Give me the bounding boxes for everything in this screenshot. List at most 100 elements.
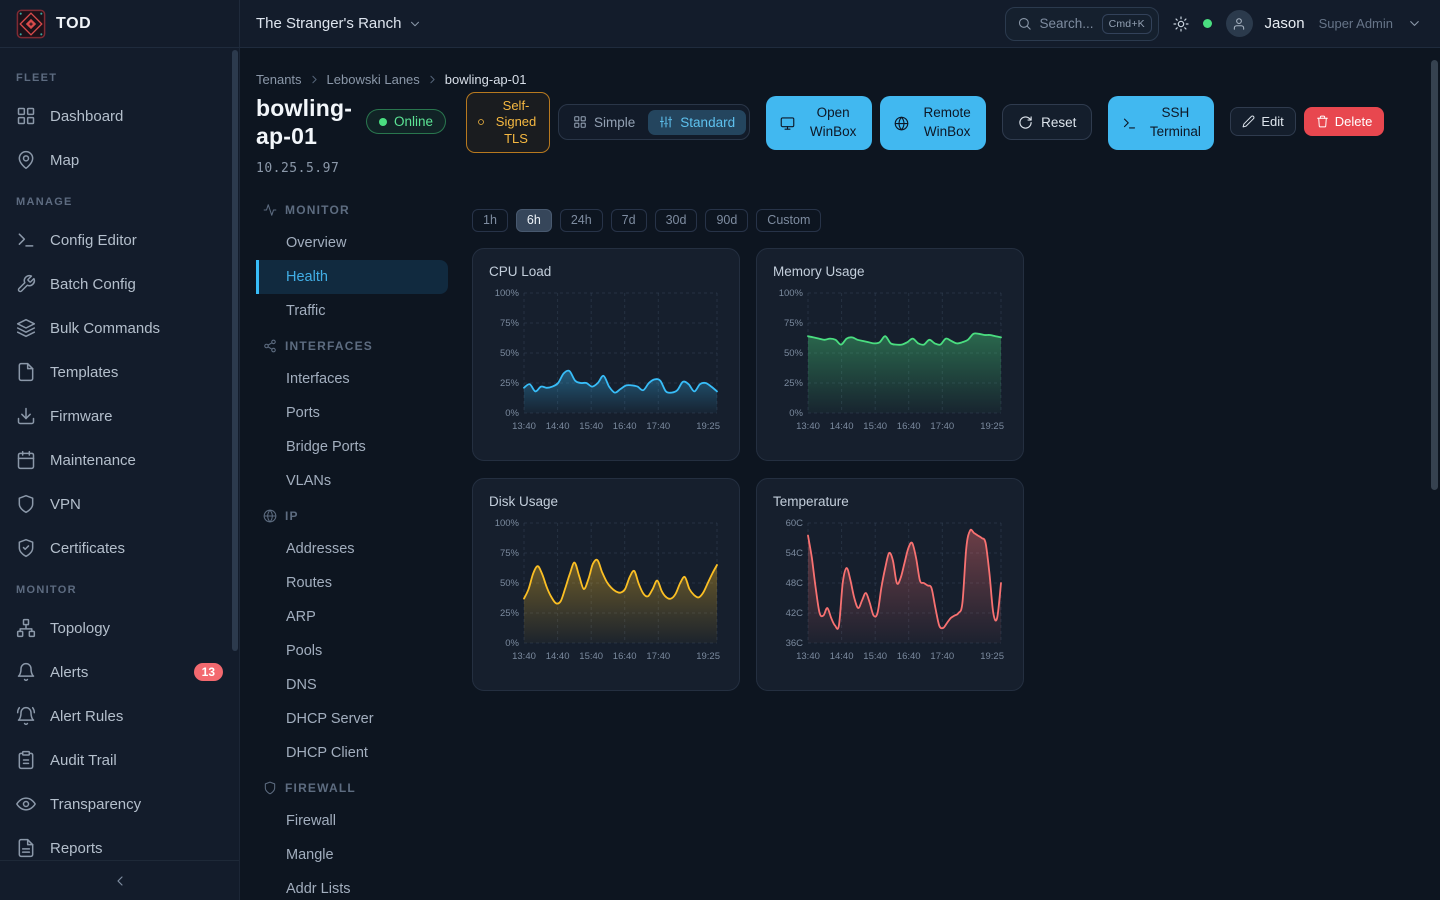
sidebar-item-bulk-commands[interactable]: Bulk Commands <box>0 306 239 350</box>
sidebar-item-alert-rules[interactable]: Alert Rules <box>0 694 239 738</box>
subnav-item-traffic[interactable]: Traffic <box>256 294 448 328</box>
svg-text:19:25: 19:25 <box>980 651 1004 662</box>
range-24h-button[interactable]: 24h <box>560 209 603 232</box>
device-ip: 10.25.5.97 <box>256 161 356 176</box>
device-title-block: bowling-ap-01 10.25.5.97 <box>256 94 356 176</box>
subnav-item-ports[interactable]: Ports <box>256 396 448 430</box>
reset-label: Reset <box>1041 115 1076 130</box>
device-status-label: Online <box>394 114 433 129</box>
subnav-item-firewall[interactable]: Firewall <box>256 804 448 838</box>
svg-text:25%: 25% <box>500 608 520 619</box>
chevron-right-icon <box>308 73 321 86</box>
topbar: TOD The Stranger's Ranch Search... Cmd+K… <box>0 0 1440 48</box>
mode-standard-button[interactable]: Standard <box>648 110 746 135</box>
share-icon <box>263 339 277 353</box>
svg-text:100%: 100% <box>495 288 520 299</box>
subnav-item-health[interactable]: Health <box>256 260 448 294</box>
sidebar-nav: FLEETDashboardMapMANAGEConfig EditorBatc… <box>0 62 239 870</box>
wrench-icon <box>16 274 36 294</box>
range-1h-button[interactable]: 1h <box>472 209 508 232</box>
svg-text:16:40: 16:40 <box>897 421 921 432</box>
subnav-item-dns[interactable]: DNS <box>256 668 448 702</box>
svg-text:14:40: 14:40 <box>830 651 854 662</box>
subnav-item-pools[interactable]: Pools <box>256 634 448 668</box>
sidebar-item-label: Maintenance <box>50 452 136 469</box>
shield-icon <box>16 494 36 514</box>
reset-button[interactable]: Reset <box>1002 104 1092 140</box>
subnav-item-routes[interactable]: Routes <box>256 566 448 600</box>
remote-winbox-button[interactable]: Remote WinBox <box>880 96 986 150</box>
range-6h-button[interactable]: 6h <box>516 209 552 232</box>
svg-text:17:40: 17:40 <box>646 421 670 432</box>
sidebar-item-maintenance[interactable]: Maintenance <box>0 438 239 482</box>
subnav-item-addresses[interactable]: Addresses <box>256 532 448 566</box>
search-shortcut-badge: Cmd+K <box>1102 14 1152 34</box>
tls-warning-badge[interactable]: Self-Signed TLS <box>466 92 550 153</box>
main-scrollbar[interactable] <box>1431 60 1438 490</box>
sidebar-item-topology[interactable]: Topology <box>0 606 239 650</box>
sidebar-item-label: VPN <box>50 496 81 513</box>
subnav-item-mangle[interactable]: Mangle <box>256 838 448 872</box>
breadcrumb-tenants[interactable]: Tenants <box>256 72 302 87</box>
search-placeholder: Search... <box>1040 16 1094 31</box>
subnav-item-overview[interactable]: Overview <box>256 226 448 260</box>
device-name: bowling-ap-01 <box>256 94 356 151</box>
subnav-group-label: FIREWALL <box>285 781 356 795</box>
chart-card-temperature: Temperature36C42C48C54C60C13:4014:4015:4… <box>756 478 1024 691</box>
svg-text:75%: 75% <box>500 548 520 559</box>
globe-icon <box>894 116 909 131</box>
subnav-group-monitor: MONITOR <box>256 194 448 226</box>
subnav-item-addr-lists[interactable]: Addr Lists <box>256 872 448 900</box>
sidebar-item-certificates[interactable]: Certificates <box>0 526 239 570</box>
chart-card-cpu-load: CPU Load0%25%50%75%100%13:4014:4015:4016… <box>472 248 740 461</box>
sidebar-item-audit-trail[interactable]: Audit Trail <box>0 738 239 782</box>
svg-text:14:40: 14:40 <box>546 651 570 662</box>
sidebar-item-transparency[interactable]: Transparency <box>0 782 239 826</box>
delete-button[interactable]: Delete <box>1304 107 1385 136</box>
activity-icon <box>263 203 277 217</box>
search-input[interactable]: Search... Cmd+K <box>1005 7 1159 41</box>
ssh-terminal-button[interactable]: SSH Terminal <box>1108 96 1214 150</box>
chart-title: Temperature <box>773 494 1008 509</box>
subnav-group-firewall: FIREWALL <box>256 772 448 804</box>
download-icon <box>16 406 36 426</box>
chart-card-memory-usage: Memory Usage0%25%50%75%100%13:4014:4015:… <box>756 248 1024 461</box>
sidebar-item-templates[interactable]: Templates <box>0 350 239 394</box>
subnav-item-arp[interactable]: ARP <box>256 600 448 634</box>
main-content: Tenants Lebowski Lanes bowling-ap-01 bow… <box>240 48 1440 900</box>
subnav-item-interfaces[interactable]: Interfaces <box>256 362 448 396</box>
sidebar-item-config-editor[interactable]: Config Editor <box>0 218 239 262</box>
svg-text:15:40: 15:40 <box>863 651 887 662</box>
app-logo[interactable]: TOD <box>16 9 91 39</box>
range-90d-button[interactable]: 90d <box>705 209 748 232</box>
sidebar-item-batch-config[interactable]: Batch Config <box>0 262 239 306</box>
theme-toggle-sun-icon[interactable] <box>1173 16 1189 32</box>
svg-text:48C: 48C <box>786 578 804 589</box>
sidebar-item-dashboard[interactable]: Dashboard <box>0 94 239 138</box>
health-panel: 1h 6h 24h 7d 30d 90d Custom CPU Load0%25%50%75… <box>472 192 1424 900</box>
breadcrumb-tenant[interactable]: Lebowski Lanes <box>327 72 420 87</box>
subnav-item-dhcp-client[interactable]: DHCP Client <box>256 736 448 770</box>
range-custom-button[interactable]: Custom <box>756 209 821 232</box>
sidebar-item-vpn[interactable]: VPN <box>0 482 239 526</box>
edit-button[interactable]: Edit <box>1230 107 1295 136</box>
sidebar-item-firmware[interactable]: Firmware <box>0 394 239 438</box>
avatar[interactable] <box>1226 10 1253 37</box>
svg-text:60C: 60C <box>786 518 804 529</box>
tenant-selector[interactable]: The Stranger's Ranch <box>256 15 422 32</box>
memory-usage-chart: 0%25%50%75%100%13:4014:4015:4016:4017:40… <box>772 284 1008 442</box>
subnav-item-bridge-ports[interactable]: Bridge Ports <box>256 430 448 464</box>
open-winbox-button[interactable]: Open WinBox <box>766 96 872 150</box>
subnav-group-ip: IP <box>256 500 448 532</box>
subnav-item-dhcp-server[interactable]: DHCP Server <box>256 702 448 736</box>
sidebar-scrollbar[interactable] <box>232 50 238 651</box>
mode-simple-button[interactable]: Simple <box>562 110 646 135</box>
range-30d-button[interactable]: 30d <box>655 209 698 232</box>
sidebar-item-map[interactable]: Map <box>0 138 239 182</box>
range-7d-button[interactable]: 7d <box>611 209 647 232</box>
sidebar-collapse-button[interactable] <box>0 860 239 900</box>
sidebar-item-alerts[interactable]: Alerts13 <box>0 650 239 694</box>
sidebar-item-label: Batch Config <box>50 276 136 293</box>
subnav-item-vlans[interactable]: VLANs <box>256 464 448 498</box>
user-menu-chevron-icon[interactable] <box>1407 16 1422 31</box>
